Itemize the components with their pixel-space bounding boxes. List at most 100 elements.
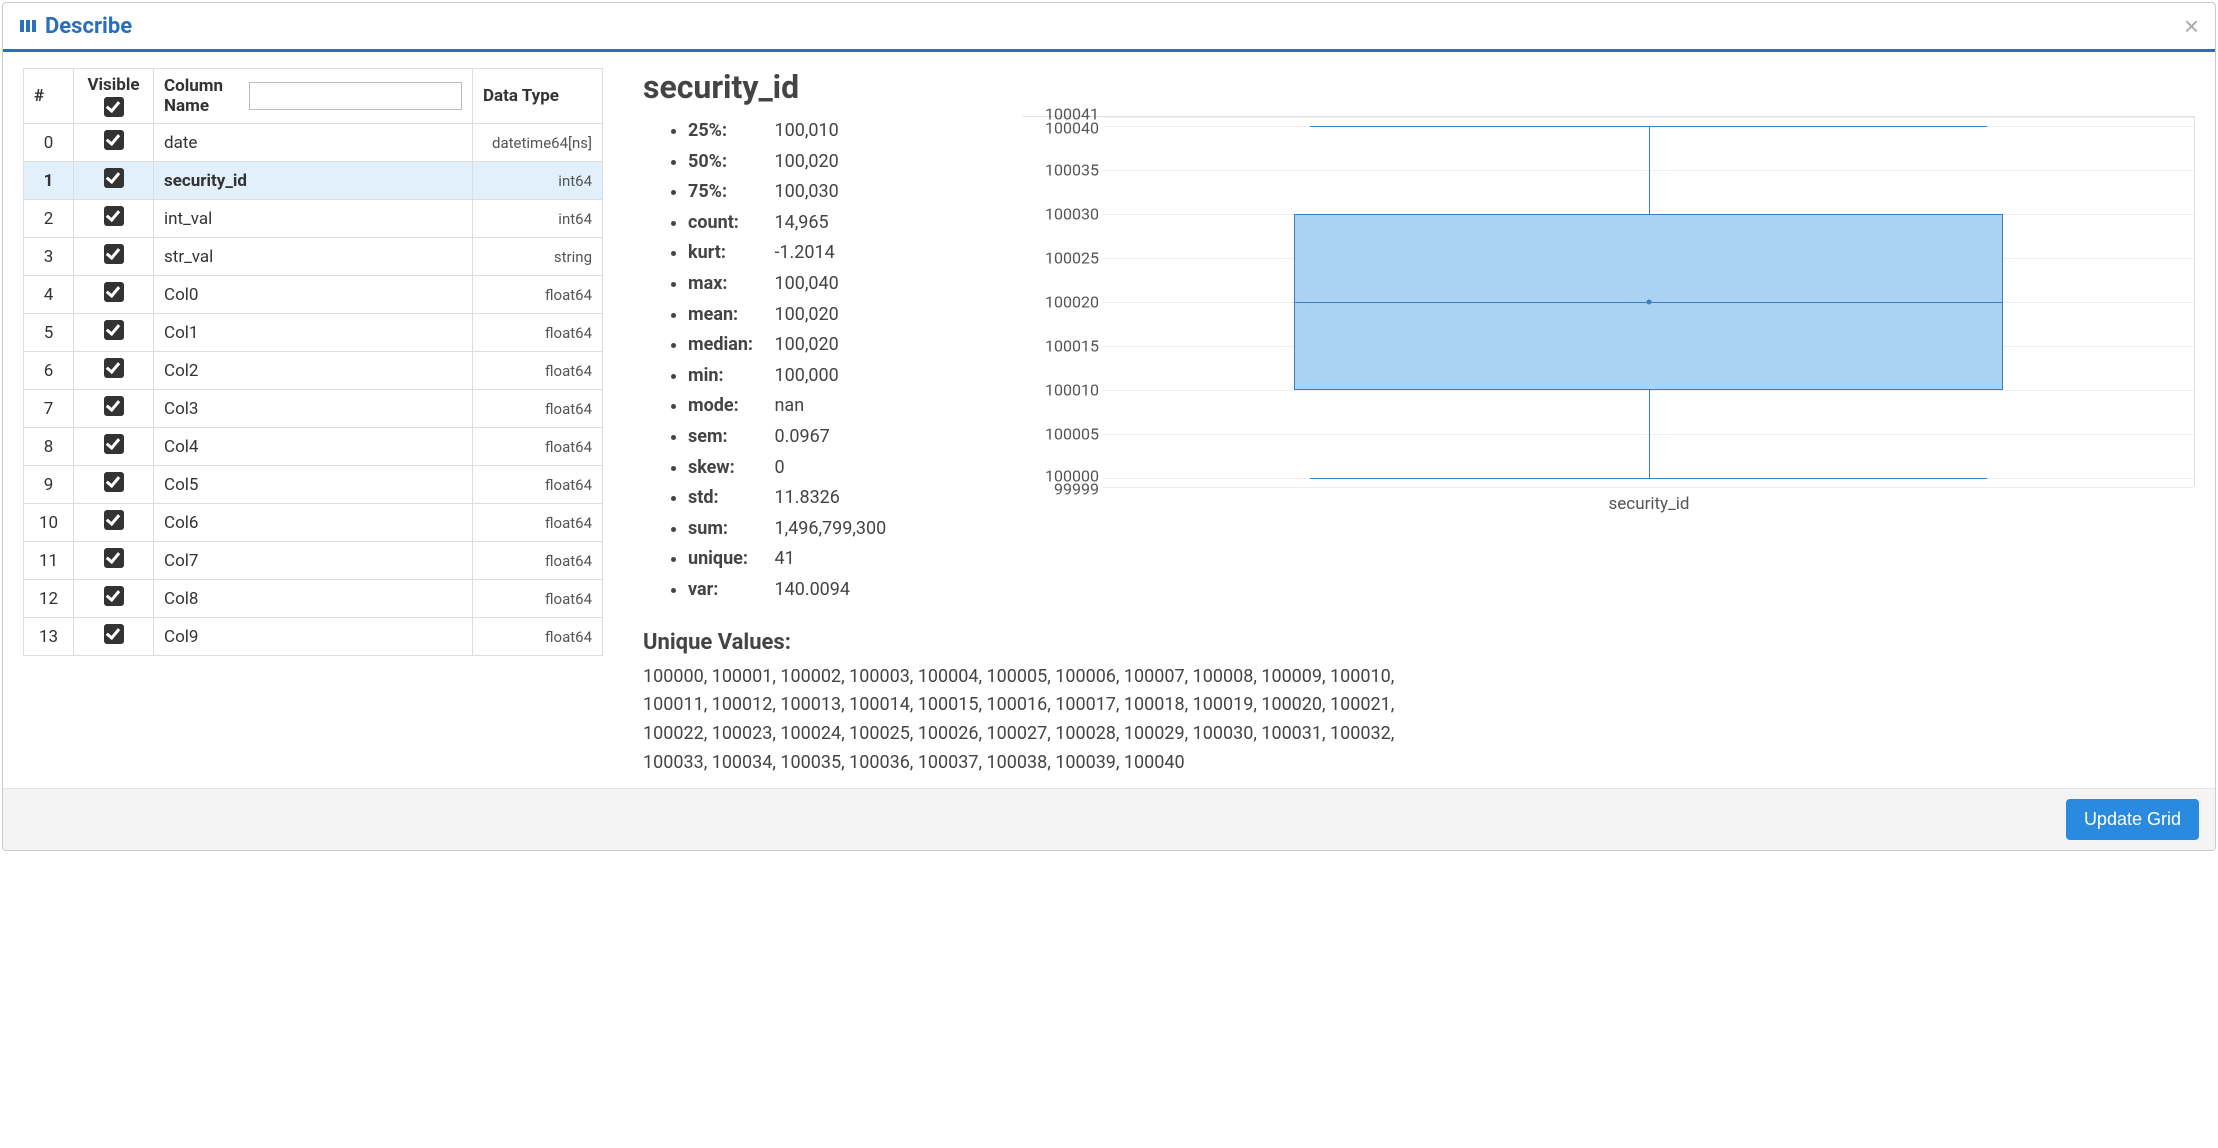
stat-item: median: 100,020 xyxy=(688,330,983,361)
row-index: 2 xyxy=(24,200,74,238)
stat-item: unique: 41 xyxy=(688,544,983,575)
visible-checkbox[interactable] xyxy=(104,130,124,150)
table-row[interactable]: 3str_valstring xyxy=(24,238,603,276)
row-data-type: float64 xyxy=(473,352,603,390)
row-column-name: Col0 xyxy=(154,276,473,314)
row-visible-cell xyxy=(74,352,154,390)
table-row[interactable]: 7Col3float64 xyxy=(24,390,603,428)
stat-key: skew: xyxy=(688,453,770,484)
visible-checkbox[interactable] xyxy=(104,282,124,302)
ytick-label: 100030 xyxy=(1023,204,1099,223)
row-visible-cell xyxy=(74,390,154,428)
column-name-filter-input[interactable] xyxy=(249,82,462,110)
visible-checkbox[interactable] xyxy=(104,510,124,530)
stat-item: kurt: -1.2014 xyxy=(688,238,983,269)
visible-checkbox[interactable] xyxy=(104,206,124,226)
stat-value: 41 xyxy=(774,548,794,569)
visible-checkbox[interactable] xyxy=(104,548,124,568)
boxplot-chart: 1000009999910004110004010000510001010001… xyxy=(1023,116,2195,514)
row-column-name: str_val xyxy=(154,238,473,276)
table-row[interactable]: 2int_valint64 xyxy=(24,200,603,238)
table-row[interactable]: 0datedatetime64[ns] xyxy=(24,124,603,162)
stat-key: 75%: xyxy=(688,177,770,208)
unique-values-list: 100000, 100001, 100002, 100003, 100004, … xyxy=(643,663,1443,778)
row-index: 1 xyxy=(24,162,74,200)
stat-key: 50%: xyxy=(688,147,770,178)
stat-key: min: xyxy=(688,361,770,392)
table-row[interactable]: 9Col5float64 xyxy=(24,466,603,504)
visible-checkbox[interactable] xyxy=(104,396,124,416)
unique-values-heading: Unique Values: xyxy=(643,630,2195,655)
header-column-name-label: Column Name xyxy=(164,76,235,116)
visible-checkbox[interactable] xyxy=(104,624,124,644)
row-visible-cell xyxy=(74,238,154,276)
row-column-name: Col8 xyxy=(154,580,473,618)
row-data-type: float64 xyxy=(473,390,603,428)
stat-value: 100,010 xyxy=(774,120,838,141)
ytick-label: 100015 xyxy=(1023,337,1099,356)
table-row[interactable]: 4Col0float64 xyxy=(24,276,603,314)
stat-value: 100,040 xyxy=(774,273,838,294)
close-button[interactable]: × xyxy=(2184,13,2199,39)
stat-item: std: 11.8326 xyxy=(688,483,983,514)
update-grid-button[interactable]: Update Grid xyxy=(2066,799,2199,840)
table-row[interactable]: 8Col4float64 xyxy=(24,428,603,466)
stat-key: unique: xyxy=(688,544,770,575)
columns-panel: # Visible Column Name xyxy=(23,68,603,778)
stat-value: 14,965 xyxy=(774,212,828,233)
table-row[interactable]: 5Col1float64 xyxy=(24,314,603,352)
row-visible-cell xyxy=(74,124,154,162)
row-data-type: int64 xyxy=(473,162,603,200)
visible-checkbox[interactable] xyxy=(104,472,124,492)
header-visible[interactable]: Visible xyxy=(74,69,154,124)
stat-value: -1.2014 xyxy=(774,242,834,263)
row-index: 4 xyxy=(24,276,74,314)
row-column-name: Col4 xyxy=(154,428,473,466)
header-index[interactable]: # xyxy=(24,69,74,124)
table-row[interactable]: 12Col8float64 xyxy=(24,580,603,618)
row-index: 0 xyxy=(24,124,74,162)
stat-item: count: 14,965 xyxy=(688,208,983,239)
stat-item: 25%: 100,010 xyxy=(688,116,983,147)
row-data-type: float64 xyxy=(473,580,603,618)
stat-item: min: 100,000 xyxy=(688,361,983,392)
chart-xlabel: security_id xyxy=(1103,494,2195,514)
row-column-name: Col2 xyxy=(154,352,473,390)
stat-value: 0.0967 xyxy=(774,426,829,447)
stat-value: 11.8326 xyxy=(774,487,839,508)
row-index: 3 xyxy=(24,238,74,276)
stat-item: sem: 0.0967 xyxy=(688,422,983,453)
row-column-name: security_id xyxy=(154,162,473,200)
detail-panel: security_id 25%: 100,01050%: 100,02075%:… xyxy=(643,68,2195,778)
row-column-name: Col7 xyxy=(154,542,473,580)
stat-key: count: xyxy=(688,208,770,239)
toggle-all-checkbox[interactable] xyxy=(104,97,124,117)
stat-value: 100,020 xyxy=(774,151,838,172)
ytick-label: 100005 xyxy=(1023,425,1099,444)
table-row[interactable]: 10Col6float64 xyxy=(24,504,603,542)
visible-checkbox[interactable] xyxy=(104,586,124,606)
stat-value: 100,000 xyxy=(774,365,838,386)
row-data-type: float64 xyxy=(473,618,603,656)
stat-value: 140.0094 xyxy=(774,579,850,600)
selected-column-title: security_id xyxy=(643,68,2195,106)
stat-item: mode: nan xyxy=(688,391,983,422)
visible-checkbox[interactable] xyxy=(104,320,124,340)
row-index: 6 xyxy=(24,352,74,390)
table-row[interactable]: 11Col7float64 xyxy=(24,542,603,580)
row-index: 5 xyxy=(24,314,74,352)
visible-checkbox[interactable] xyxy=(104,168,124,188)
row-visible-cell xyxy=(74,504,154,542)
describe-modal: Describe × # Visible xyxy=(2,2,2216,851)
visible-checkbox[interactable] xyxy=(104,244,124,264)
stat-value: 100,020 xyxy=(774,334,838,355)
header-data-type[interactable]: Data Type xyxy=(473,69,603,124)
visible-checkbox[interactable] xyxy=(104,358,124,378)
table-row[interactable]: 6 Col2float64 xyxy=(24,352,603,390)
visible-checkbox[interactable] xyxy=(104,434,124,454)
table-row[interactable]: 13Col9float64 xyxy=(24,618,603,656)
row-column-name: Col1 xyxy=(154,314,473,352)
ytick-label: 100020 xyxy=(1023,293,1099,312)
table-row[interactable]: 1 security_idint64 xyxy=(24,162,603,200)
row-column-name: date xyxy=(154,124,473,162)
